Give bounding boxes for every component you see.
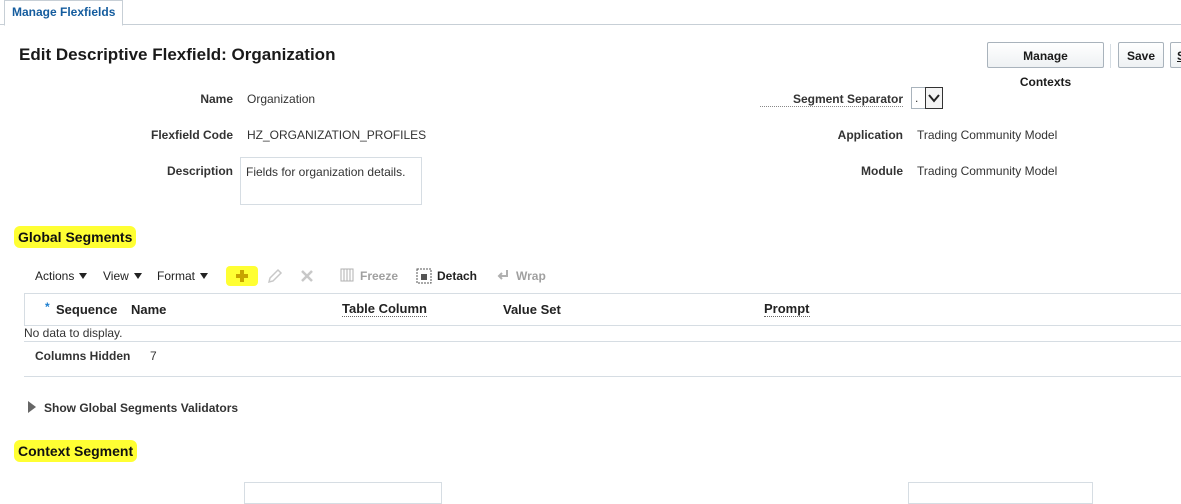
detach-button[interactable]: Detach <box>437 269 477 283</box>
button-divider <box>1110 44 1111 68</box>
module-value: Trading Community Model <box>917 164 1058 178</box>
segment-separator-label: Segment Separator <box>760 92 903 107</box>
actions-label: Actions <box>35 269 75 283</box>
table-left-border <box>24 294 25 325</box>
column-header-sequence[interactable]: Sequence <box>56 302 117 317</box>
chevron-down-icon[interactable] <box>925 87 943 109</box>
format-menu[interactable]: Format <box>157 269 209 283</box>
manage-contexts-button[interactable]: Manage Contexts <box>987 42 1104 89</box>
caret-down-icon <box>200 273 209 279</box>
table-bottom-border <box>24 341 1181 342</box>
show-validators-link[interactable]: Show Global Segments Validators <box>44 401 238 415</box>
save-button[interactable]: Save <box>1118 42 1164 68</box>
plus-icon <box>236 270 248 282</box>
freeze-icon <box>340 268 354 285</box>
column-header-table-column[interactable]: Table Column <box>342 302 427 317</box>
name-value: Organization <box>247 92 316 106</box>
application-label: Application <box>837 128 903 142</box>
table-top-border <box>24 293 1181 294</box>
tab-manage-flexfields[interactable]: Manage Flexfields <box>4 0 124 26</box>
columns-hidden-value: 7 <box>150 349 157 363</box>
caret-down-icon <box>133 273 142 279</box>
description-field[interactable]: Fields for organization details. <box>240 157 422 205</box>
name-label: Name <box>200 92 233 106</box>
add-row-button[interactable] <box>226 266 258 286</box>
tab-bar <box>0 0 1181 25</box>
context-field-input[interactable] <box>244 482 442 504</box>
save-and-close-button[interactable]: S <box>1170 42 1181 68</box>
flexfield-code-value: HZ_ORGANIZATION_PROFILES <box>247 128 427 142</box>
empty-table-message: No data to display. <box>24 326 123 340</box>
freeze-button[interactable]: Freeze <box>360 269 398 283</box>
column-header-prompt[interactable]: Prompt <box>764 302 810 317</box>
description-text: Fields for organization details. <box>246 165 406 179</box>
detach-icon <box>416 268 432 287</box>
context-field-input-right[interactable] <box>908 482 1093 504</box>
application-value: Trading Community Model <box>917 128 1058 142</box>
actions-menu[interactable]: Actions <box>35 269 88 283</box>
table-header-border <box>24 325 1181 326</box>
format-label: Format <box>157 269 196 283</box>
columns-hidden-label: Columns Hidden <box>35 349 131 363</box>
context-segment-heading: Context Segment <box>14 440 138 462</box>
wrap-icon <box>496 268 510 285</box>
wrap-button[interactable]: Wrap <box>516 269 546 283</box>
flexfield-code-label: Flexfield Code <box>150 128 233 142</box>
segment-separator-value: . <box>915 91 919 105</box>
view-label: View <box>103 269 129 283</box>
global-segments-heading: Global Segments <box>14 226 137 248</box>
caret-down-icon <box>79 273 88 279</box>
required-marker: * <box>45 300 50 314</box>
description-label: Description <box>166 164 233 178</box>
section-divider <box>24 376 1181 377</box>
page-title: Edit Descriptive Flexfield: Organization <box>19 45 336 64</box>
delete-icon[interactable] <box>298 267 316 288</box>
expand-triangle-icon[interactable] <box>27 401 37 416</box>
edit-icon[interactable] <box>266 267 284 288</box>
module-label: Module <box>861 164 903 178</box>
column-header-name[interactable]: Name <box>131 302 166 317</box>
view-menu[interactable]: View <box>103 269 142 283</box>
column-header-value-set[interactable]: Value Set <box>503 302 561 317</box>
